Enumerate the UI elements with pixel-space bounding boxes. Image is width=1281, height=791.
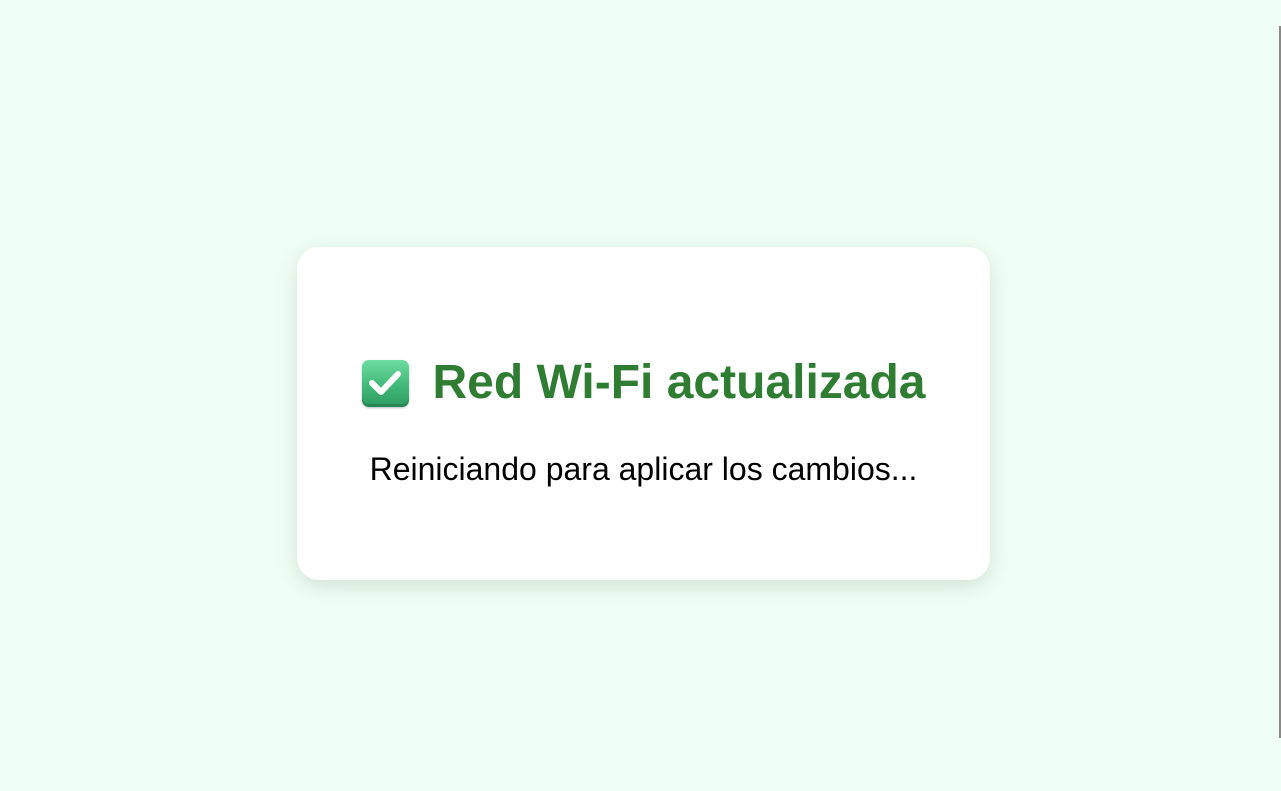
status-message: Reiniciando para aplicar los cambios... — [369, 451, 918, 487]
check-mark-button-icon — [361, 359, 409, 407]
status-card: Red Wi-Fi actualizada Reiniciando para a… — [297, 247, 990, 580]
status-title: Red Wi-Fi actualizada — [432, 356, 926, 409]
status-header: Red Wi-Fi actualizada — [297, 355, 990, 411]
